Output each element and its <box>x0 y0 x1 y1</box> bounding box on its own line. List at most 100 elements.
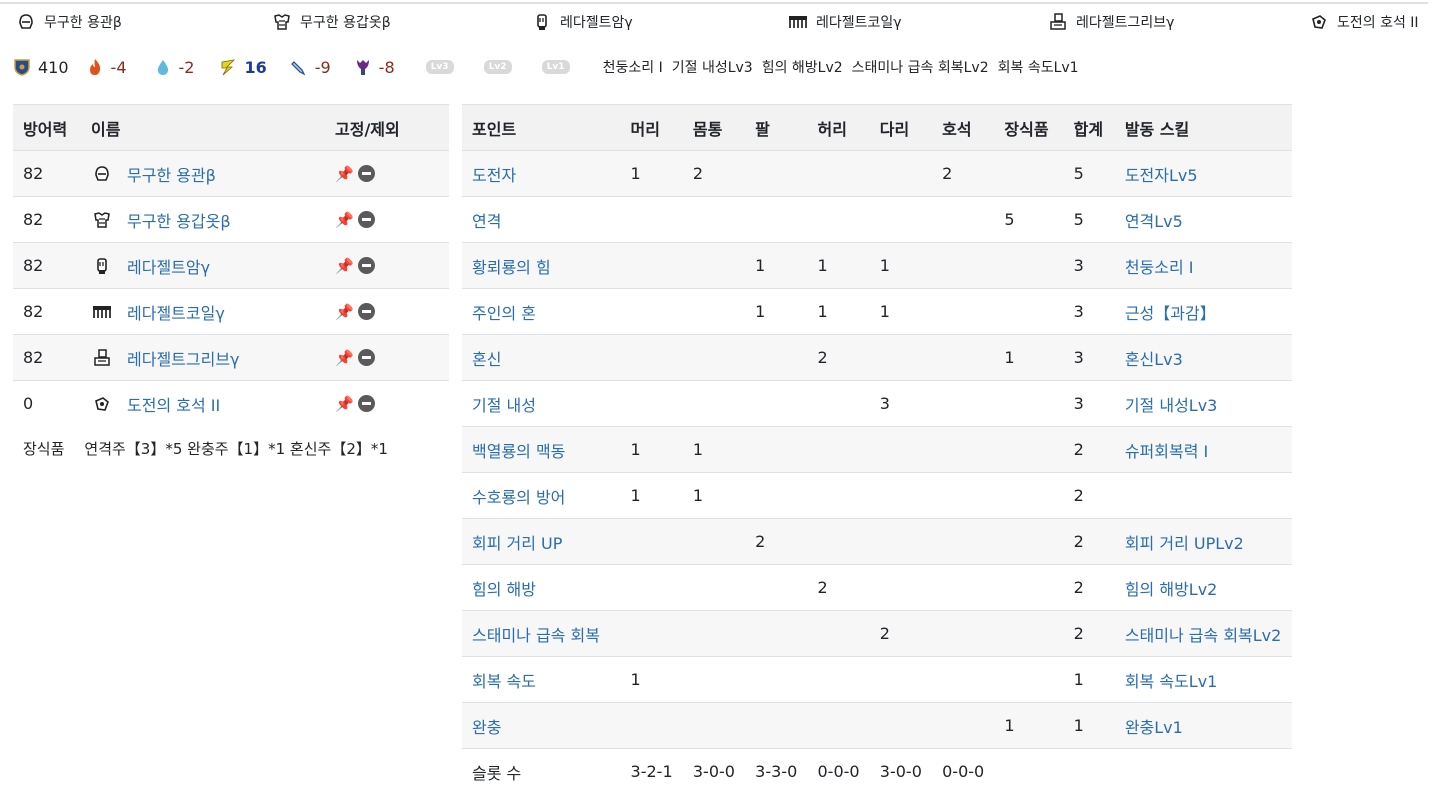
point-value-deco <box>994 657 1063 703</box>
pin-icon[interactable]: 📌 <box>335 349 354 367</box>
armor-name-link[interactable]: 레다젤트그리브γ <box>127 346 240 370</box>
exclude-icon[interactable] <box>357 303 375 320</box>
activated-skill-link[interactable]: 힘의 해방Lv2 <box>1125 580 1218 599</box>
equip-body-name: 무구한 용갑옷β <box>300 15 391 31</box>
exclude-icon[interactable] <box>357 165 375 182</box>
summary-skill: 힘의 해방Lv2 <box>761 60 843 76</box>
point-value-leg: 3 <box>879 394 890 413</box>
point-value-leg <box>870 473 932 519</box>
waist-icon <box>788 12 808 32</box>
activated-skill-link[interactable]: 슈퍼회복력 I <box>1125 442 1208 461</box>
armor-fix-cell: 📌 <box>325 289 449 335</box>
point-value-deco <box>994 565 1063 611</box>
point-value-leg <box>870 565 932 611</box>
armor-name-link[interactable]: 레다젤트코일γ <box>127 300 225 324</box>
point-value-head <box>621 243 683 289</box>
thunder-res-value: 16 <box>244 57 267 77</box>
point-name-link[interactable]: 회복 속도 <box>472 672 536 691</box>
chest-icon <box>272 12 292 32</box>
activated-skill-link[interactable]: 기절 내성Lv3 <box>1125 396 1218 415</box>
slots-empty <box>1064 749 1115 795</box>
point-name-link[interactable]: 황뢰룡의 힘 <box>472 258 551 277</box>
exclude-icon[interactable] <box>357 257 375 274</box>
armor-name-link[interactable]: 레다젤트암γ <box>127 254 210 278</box>
point-name-link[interactable]: 기절 내성 <box>472 396 536 415</box>
pin-icon[interactable]: 📌 <box>335 165 354 183</box>
point-value-charm <box>932 243 994 289</box>
equip-leg: 레다젤트그리브γ <box>1048 12 1174 32</box>
point-name-link[interactable]: 회피 거리 UP <box>472 534 562 553</box>
point-name-link[interactable]: 스태미나 급속 회복 <box>472 626 600 645</box>
fire-icon <box>85 57 105 77</box>
pin-icon[interactable]: 📌 <box>335 395 354 413</box>
point-value-body: 2 <box>692 164 704 183</box>
slots-value-arm: 3-3-0 <box>755 762 798 782</box>
point-value-body <box>683 289 745 335</box>
summary-skill: 천둥소리 I <box>602 60 663 76</box>
activated-skill-link[interactable]: 회복 속도Lv1 <box>1125 672 1218 691</box>
points-row: 완충 1 1 완충Lv1 <box>462 702 1292 749</box>
point-name-link[interactable]: 주인의 혼 <box>472 304 536 323</box>
point-value-deco: 1 <box>1004 716 1015 735</box>
points-row: 회피 거리 UP 2 2 회피 거리 UPLv2 <box>462 518 1292 565</box>
point-name-link[interactable]: 연격 <box>472 212 501 231</box>
point-value-total: 1 <box>1073 670 1084 689</box>
equipment-summary-row: 무구한 용관β 무구한 용갑옷β 레다젤트암γ 레다젤트코일γ 레다젤트그리브γ… <box>0 12 1436 36</box>
exclude-icon[interactable] <box>357 395 375 413</box>
point-value-charm <box>932 427 994 473</box>
thunder-icon <box>218 57 238 77</box>
exclude-icon[interactable] <box>357 349 375 366</box>
points-row: 백열룡의 맥동 1 1 2 슈퍼회복력 I <box>462 426 1292 473</box>
slots-value-charm: 0-0-0 <box>942 762 985 782</box>
pin-icon[interactable]: 📌 <box>335 211 354 229</box>
points-row: 힘의 해방 2 2 힘의 해방Lv2 <box>462 564 1292 611</box>
point-value-total: 2 <box>1073 624 1084 643</box>
activated-skill-link[interactable]: 혼신Lv3 <box>1125 350 1183 369</box>
point-name-link[interactable]: 수호룡의 방어 <box>472 488 565 507</box>
point-value-deco <box>994 289 1063 335</box>
point-name-link[interactable]: 혼신 <box>472 350 501 369</box>
point-value-arm <box>745 335 807 381</box>
point-value-head <box>621 703 683 749</box>
armor-name-link[interactable]: 무구한 용갑옷β <box>127 208 231 232</box>
point-value-charm <box>932 197 994 243</box>
col-name: 이름 <box>91 119 121 139</box>
activated-skill-link[interactable]: 천둥소리 I <box>1125 258 1194 277</box>
armor-fix-cell: 📌 <box>325 381 449 427</box>
point-value-waist <box>807 519 869 565</box>
activated-skill-link[interactable]: 근성【과감】 <box>1125 304 1216 323</box>
point-value-arm: 2 <box>755 532 766 551</box>
point-value-leg: 1 <box>879 302 890 321</box>
activated-skill-link[interactable]: 회피 거리 UPLv2 <box>1125 534 1244 553</box>
activated-skill-link[interactable]: 스태미나 급속 회복Lv2 <box>1125 626 1282 645</box>
point-value-leg: 2 <box>879 624 890 643</box>
points-col-header: 다리 <box>879 119 910 139</box>
armor-name-link[interactable]: 도전의 호석 II <box>127 392 220 416</box>
point-value-head <box>621 611 683 657</box>
pin-icon[interactable]: 📌 <box>335 257 354 275</box>
decorations-line: 장식품 연격주【3】*5 완충주【1】*1 혼신주【2】*1 <box>23 438 388 459</box>
point-value-arm <box>745 151 807 197</box>
points-col-header: 포인트 <box>472 119 517 139</box>
activated-skill-link[interactable]: 도전자Lv5 <box>1125 166 1198 185</box>
point-value-arm <box>745 657 807 703</box>
point-name-link[interactable]: 백열룡의 맥동 <box>472 442 565 461</box>
helm-icon <box>16 12 36 32</box>
ice-icon <box>289 57 309 77</box>
pin-icon[interactable]: 📌 <box>335 303 354 321</box>
armor-defense: 0 <box>23 394 34 414</box>
armor-defense: 82 <box>23 348 44 367</box>
point-name-link[interactable]: 힘의 해방 <box>472 580 536 599</box>
slots-row: 슬롯 수 3-2-1 3-0-0 3-3-0 0-0-0 3-0-0 0-0-0 <box>462 748 1292 795</box>
point-value-waist <box>807 151 869 197</box>
activated-skill-link[interactable]: 완충Lv1 <box>1125 718 1183 737</box>
exclude-icon[interactable] <box>357 211 375 228</box>
activated-skill-link[interactable]: 연격Lv5 <box>1125 212 1183 231</box>
point-name-link[interactable]: 도전자 <box>472 166 516 185</box>
armor-name-link[interactable]: 무구한 용관β <box>127 162 216 186</box>
point-value-total: 2 <box>1073 532 1084 551</box>
equip-charm: 도전의 호석 II <box>1309 12 1419 32</box>
point-value-waist: 1 <box>817 302 828 321</box>
armor-name-cell: 레다젤트그리브γ <box>81 335 325 381</box>
point-name-link[interactable]: 완충 <box>472 718 501 737</box>
